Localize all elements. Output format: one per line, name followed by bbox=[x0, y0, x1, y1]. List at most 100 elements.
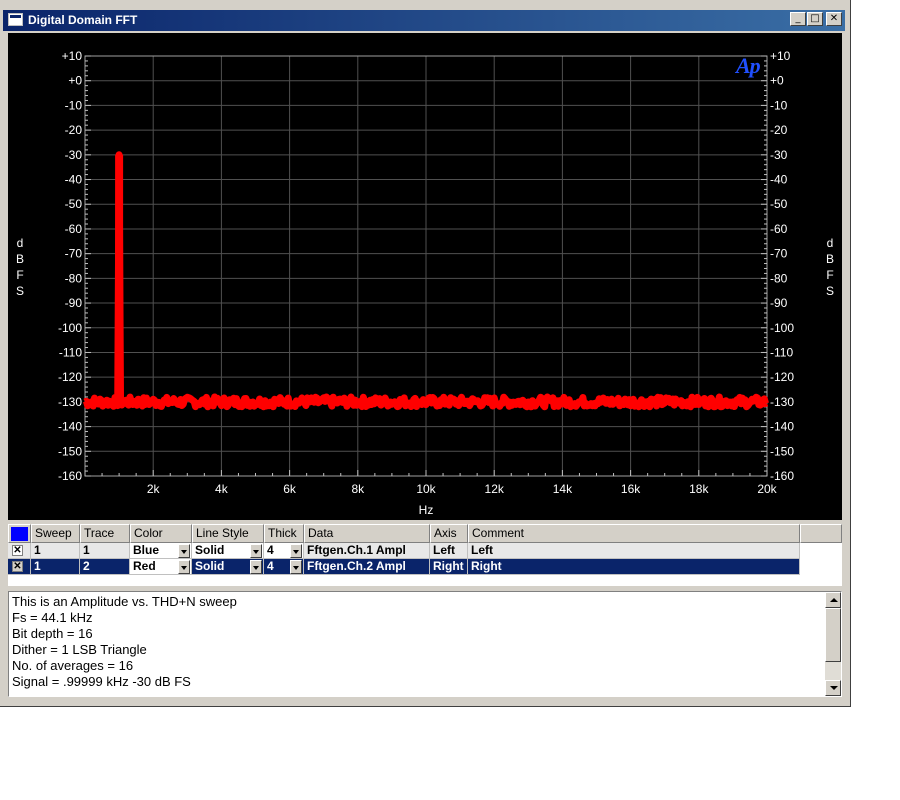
y-axis-label-left: d bbox=[17, 236, 24, 250]
cell-sweep[interactable]: 1 bbox=[31, 543, 80, 559]
trace-table: Sweep Trace Color Line Style Thick Data … bbox=[8, 524, 842, 586]
y-tick-label-right: -150 bbox=[770, 444, 794, 458]
y-tick-label-right: -70 bbox=[770, 247, 788, 261]
row-enable-checkbox[interactable]: ✕ bbox=[12, 561, 23, 572]
notes-line: Bit depth = 16 bbox=[12, 626, 93, 641]
color-value: Red bbox=[133, 559, 156, 573]
y-tick-label-right: -110 bbox=[770, 345, 793, 359]
x-tick-label: 14k bbox=[553, 482, 573, 496]
cell-thick[interactable]: 4 bbox=[264, 559, 304, 575]
x-tick-label: 2k bbox=[147, 482, 161, 496]
y-tick-label-left: -30 bbox=[65, 148, 83, 162]
header-line-style[interactable]: Line Style bbox=[192, 524, 264, 543]
cell-color[interactable]: Blue bbox=[130, 543, 192, 559]
scroll-down-icon[interactable] bbox=[825, 680, 841, 696]
y-tick-label-right: -80 bbox=[770, 271, 788, 285]
y-tick-label-left: -90 bbox=[65, 296, 83, 310]
y-tick-label-right: +0 bbox=[770, 74, 784, 88]
table-row[interactable]: ✕ 1 1 Blue Solid 4 Fftgen.Ch.1 Ampl Left… bbox=[8, 543, 842, 559]
y-tick-label-right: -120 bbox=[770, 370, 794, 384]
line-style-value: Solid bbox=[195, 559, 225, 573]
cell-trace[interactable]: 1 bbox=[80, 543, 130, 559]
cell-sweep[interactable]: 1 bbox=[31, 559, 80, 575]
notes-line: Dither = 1 LSB Triangle bbox=[12, 642, 147, 657]
notes-text: This is an Amplitude vs. THD+N sweep Fs … bbox=[12, 594, 237, 690]
cell-line-style[interactable]: Solid bbox=[192, 543, 264, 559]
thick-value: 4 bbox=[267, 543, 274, 557]
y-axis-label-right: S bbox=[826, 284, 834, 298]
y-tick-label-right: -10 bbox=[770, 98, 788, 112]
scroll-up-icon[interactable] bbox=[825, 592, 841, 608]
x-tick-label: 10k bbox=[416, 482, 436, 496]
cell-thick[interactable]: 4 bbox=[264, 543, 304, 559]
y-tick-label-left: -80 bbox=[65, 271, 83, 285]
y-axis-label-left: B bbox=[16, 252, 24, 266]
row-checkbox-cell[interactable]: ✕ bbox=[8, 543, 31, 559]
y-tick-label-right: -160 bbox=[770, 469, 794, 483]
cell-axis[interactable]: Left bbox=[430, 543, 468, 559]
window-icon[interactable] bbox=[8, 13, 23, 26]
y-axis-label-right: d bbox=[827, 236, 834, 250]
table-header-row: Sweep Trace Color Line Style Thick Data … bbox=[8, 524, 842, 543]
y-axis-label-right: B bbox=[826, 252, 834, 266]
y-tick-label-left: -110 bbox=[59, 345, 82, 359]
minimize-button[interactable]: _ bbox=[790, 12, 806, 26]
notes-line: Signal = .99999 kHz -30 dB FS bbox=[12, 674, 191, 689]
line-style-dropdown-arrow[interactable] bbox=[250, 560, 262, 574]
line-style-value: Solid bbox=[195, 543, 225, 557]
header-comment[interactable]: Comment bbox=[468, 524, 800, 543]
cell-comment[interactable]: Right bbox=[468, 559, 800, 575]
close-button[interactable]: ✕ bbox=[826, 12, 842, 26]
cell-line-style[interactable]: Solid bbox=[192, 559, 264, 575]
y-tick-label-right: -140 bbox=[770, 420, 794, 434]
scroll-thumb[interactable] bbox=[825, 608, 841, 662]
line-style-dropdown-arrow[interactable] bbox=[250, 544, 262, 558]
header-color[interactable]: Color bbox=[130, 524, 192, 543]
color-dropdown-arrow[interactable] bbox=[178, 544, 190, 558]
notes-scrollbar[interactable] bbox=[825, 592, 841, 696]
y-tick-label-right: -60 bbox=[770, 222, 788, 236]
x-tick-label: 12k bbox=[485, 482, 505, 496]
maximize-button[interactable]: □ bbox=[807, 12, 823, 26]
color-dropdown-arrow[interactable] bbox=[178, 560, 190, 574]
header-data[interactable]: Data bbox=[304, 524, 430, 543]
title-bar[interactable]: Digital Domain FFT _ □ ✕ bbox=[3, 10, 845, 31]
notes-textarea[interactable]: This is an Amplitude vs. THD+N sweep Fs … bbox=[8, 591, 842, 697]
fft-chart: +10 +10 +0 +0 -10 -10 -20 -20 -30 -30 -40 -40 -50 -50… bbox=[16, 49, 834, 517]
y-tick-label-left: -120 bbox=[58, 370, 82, 384]
header-trace[interactable]: Trace bbox=[80, 524, 130, 543]
header-filler bbox=[800, 524, 842, 543]
y-tick-label-left: -40 bbox=[65, 173, 83, 187]
table-row-selected[interactable]: ✕ 1 2 Red Solid 4 Fftgen.Ch.2 Ampl Right… bbox=[8, 559, 842, 575]
cell-comment[interactable]: Left bbox=[468, 543, 800, 559]
cell-color[interactable]: Red bbox=[130, 559, 192, 575]
header-axis[interactable]: Axis bbox=[430, 524, 468, 543]
header-swatch[interactable] bbox=[8, 524, 31, 543]
cell-trace[interactable]: 2 bbox=[80, 559, 130, 575]
y-tick-label-left: -140 bbox=[58, 420, 82, 434]
y-tick-label-left: +0 bbox=[68, 74, 82, 88]
cell-axis[interactable]: Right bbox=[430, 559, 468, 575]
row-checkbox-cell[interactable]: ✕ bbox=[8, 559, 31, 575]
fft-window: Digital Domain FFT _ □ ✕ +10 +10 +0 +0 -10 -1… bbox=[0, 0, 851, 707]
header-thick[interactable]: Thick bbox=[264, 524, 304, 543]
notes-line: Fs = 44.1 kHz bbox=[12, 610, 93, 625]
y-tick-label-right: -130 bbox=[770, 395, 794, 409]
y-tick-label-left: -60 bbox=[65, 222, 83, 236]
y-tick-label-left: -150 bbox=[58, 444, 82, 458]
cell-data[interactable]: Fftgen.Ch.2 Ampl bbox=[304, 559, 430, 575]
x-tick-label: 16k bbox=[621, 482, 641, 496]
header-sweep[interactable]: Sweep bbox=[31, 524, 80, 543]
row-enable-checkbox[interactable]: ✕ bbox=[12, 545, 23, 556]
x-tick-label: 8k bbox=[351, 482, 365, 496]
cell-data[interactable]: Fftgen.Ch.1 Ampl bbox=[304, 543, 430, 559]
thick-dropdown-arrow[interactable] bbox=[290, 560, 302, 574]
fft-plot[interactable]: +10 +10 +0 +0 -10 -10 -20 -20 -30 -30 -40 -40 -50 -50… bbox=[8, 33, 842, 520]
color-value: Blue bbox=[133, 543, 160, 557]
swatch-color-box bbox=[11, 527, 28, 541]
window-title: Digital Domain FFT bbox=[28, 13, 138, 27]
thick-dropdown-arrow[interactable] bbox=[290, 544, 302, 558]
y-tick-label-left: -20 bbox=[65, 123, 83, 137]
x-tick-label: 20k bbox=[757, 482, 777, 496]
y-tick-label-left: -10 bbox=[65, 98, 83, 112]
